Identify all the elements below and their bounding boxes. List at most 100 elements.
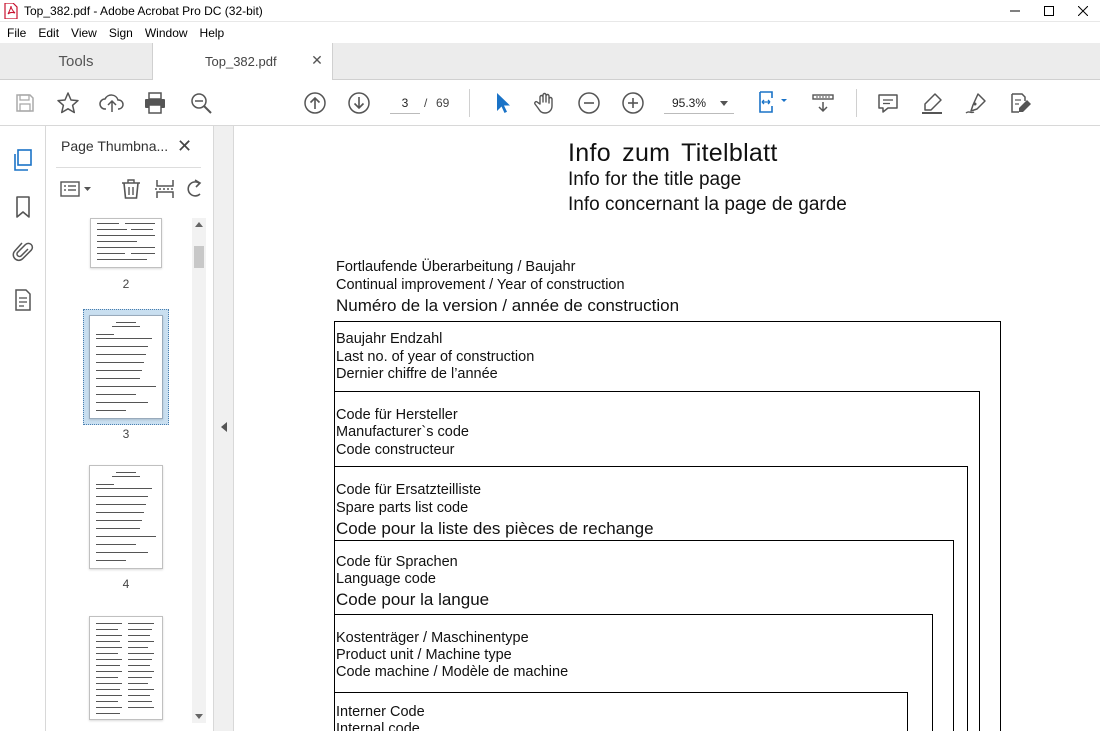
- trash-icon: [122, 179, 140, 199]
- bracket-line: [334, 614, 932, 615]
- cloud-upload-icon[interactable]: [99, 90, 125, 116]
- next-page-icon[interactable]: [346, 90, 372, 116]
- zoom-out-icon[interactable]: [576, 90, 602, 116]
- bracket-line: [334, 391, 980, 392]
- maximize-button[interactable]: [1032, 0, 1066, 22]
- section-label-de: Code für Sprachen: [336, 554, 458, 570]
- zoom-value: 95.3%: [672, 96, 707, 110]
- section-label-fr: Code pour la liste des pièces de rechang…: [336, 519, 654, 538]
- total-pages: 69: [436, 96, 450, 110]
- sign-pen-icon[interactable]: [963, 90, 989, 116]
- previous-page-icon[interactable]: [302, 90, 328, 116]
- menu-window[interactable]: Window: [139, 26, 194, 40]
- doc-title-fr: Info concernant la page de garde: [568, 194, 847, 215]
- page-thumbnail-3: [89, 315, 163, 419]
- menu-bar: File Edit View Sign Window Help: [0, 22, 1100, 43]
- menu-help[interactable]: Help: [194, 26, 231, 40]
- delete-pages-button[interactable]: [120, 178, 142, 200]
- tab-bar: Tools Top_382.pdf ✕: [0, 43, 1100, 80]
- close-icon: [1078, 6, 1088, 16]
- collapse-panel-handle[interactable]: [214, 126, 234, 731]
- attachments-icon[interactable]: [11, 240, 35, 264]
- page-thumbnail-4[interactable]: [89, 465, 163, 569]
- bracket-line: [932, 614, 933, 731]
- section-label-en: Continual improvement / Year of construc…: [336, 277, 625, 293]
- tab-tools[interactable]: Tools: [0, 43, 152, 80]
- section-label-de: Code für Ersatzteilliste: [336, 482, 482, 498]
- chevron-down-icon: [720, 101, 728, 106]
- section-label-de: Kostenträger / Maschinentype: [336, 630, 529, 646]
- bracket-line: [334, 692, 907, 693]
- document-properties-icon[interactable]: [11, 288, 35, 312]
- save-icon[interactable]: [12, 90, 38, 116]
- section-label-en: Language code: [336, 571, 436, 587]
- highlighter-icon[interactable]: [919, 90, 945, 116]
- bracket-line: [1000, 321, 1001, 731]
- section-label-en: Spare parts list code: [336, 500, 469, 516]
- menu-edit[interactable]: Edit: [32, 26, 65, 40]
- zoom-in-icon[interactable]: [620, 90, 646, 116]
- doc-title-en: Info for the title page: [568, 169, 742, 190]
- bracket-line: [967, 466, 968, 731]
- menu-view[interactable]: View: [65, 26, 103, 40]
- thumbnails-scrollbar[interactable]: [192, 218, 206, 723]
- section-label-de: Code für Hersteller: [336, 407, 458, 423]
- fit-page-icon[interactable]: [754, 90, 792, 116]
- comment-icon[interactable]: [875, 90, 901, 116]
- print-icon[interactable]: [142, 90, 168, 116]
- doc-title-de: Info zum Titelblatt: [568, 139, 778, 167]
- bookmark-star-icon[interactable]: [55, 90, 81, 116]
- tab-document[interactable]: Top_382.pdf ✕: [152, 43, 333, 80]
- close-panel-icon[interactable]: ✕: [177, 137, 192, 155]
- menu-file[interactable]: File: [0, 26, 32, 40]
- maximize-icon: [1044, 6, 1054, 16]
- scroll-down-icon[interactable]: [195, 714, 203, 719]
- minimize-button[interactable]: [998, 0, 1032, 22]
- select-cursor-icon[interactable]: [489, 90, 515, 116]
- bracket-line: [953, 540, 954, 731]
- navigation-rail: [0, 126, 46, 731]
- page-separator: /: [424, 96, 428, 110]
- document-view[interactable]: Info zum Titelblatt Info for the title p…: [235, 126, 1100, 731]
- bracket-line: [334, 321, 335, 731]
- minimize-icon: [1010, 10, 1020, 12]
- current-page-input[interactable]: 3: [390, 92, 420, 114]
- scroll-mode-icon[interactable]: [810, 90, 836, 116]
- close-window-button[interactable]: [1066, 0, 1100, 22]
- page-thumbnails-icon[interactable]: [11, 148, 35, 172]
- title-bar: Top_382.pdf - Adobe Acrobat Pro DC (32-b…: [0, 0, 1100, 22]
- thumbnail-options-button[interactable]: [60, 178, 92, 200]
- window-title: Top_382.pdf - Adobe Acrobat Pro DC (32-b…: [24, 3, 263, 18]
- scrollbar-thumb[interactable]: [194, 246, 204, 268]
- hand-tool-icon[interactable]: [532, 90, 558, 116]
- menu-sign[interactable]: Sign: [103, 26, 139, 40]
- section-label-de: Fortlaufende Überarbeitung / Baujahr: [336, 259, 576, 275]
- selected-thumbnail-frame[interactable]: [83, 309, 169, 425]
- rotate-icon: [187, 179, 202, 197]
- bookmarks-icon[interactable]: [11, 195, 35, 219]
- acrobat-pdf-icon: [4, 1, 18, 20]
- search-zoom-icon[interactable]: [188, 90, 214, 116]
- thumbnail-label: 2: [122, 277, 130, 291]
- extract-pages-button[interactable]: [154, 178, 176, 200]
- options-menu-icon: [60, 181, 91, 197]
- main-toolbar: 3 / 69 95.3%: [0, 80, 1100, 126]
- section-label-fr: Numéro de la version / année de construc…: [336, 296, 680, 315]
- thumbnail-label: 4: [122, 577, 130, 591]
- extract-pages-icon: [155, 180, 175, 198]
- section-label-fr: Code machine / Modèle de machine: [336, 664, 569, 680]
- page-thumbnail-5[interactable]: [89, 616, 163, 720]
- page-thumbnail-2[interactable]: [90, 218, 162, 268]
- rotate-pages-button[interactable]: [186, 178, 204, 200]
- panel-title: Page Thumbna...: [61, 138, 169, 154]
- edit-document-icon[interactable]: [1008, 90, 1034, 116]
- section-label-de: Interner Code: [336, 704, 425, 720]
- zoom-dropdown[interactable]: 95.3%: [664, 92, 734, 114]
- section-label-fr: Code pour la langue: [336, 590, 490, 609]
- bracket-line: [907, 692, 908, 731]
- page-thumbnails-panel: Page Thumbna... ✕ 2 3 4: [46, 126, 214, 731]
- close-tab-icon[interactable]: ✕: [310, 53, 324, 67]
- section-label-en: Product unit / Machine type: [336, 647, 512, 663]
- scroll-up-icon[interactable]: [195, 222, 203, 227]
- section-label-en: Internal code: [336, 721, 420, 731]
